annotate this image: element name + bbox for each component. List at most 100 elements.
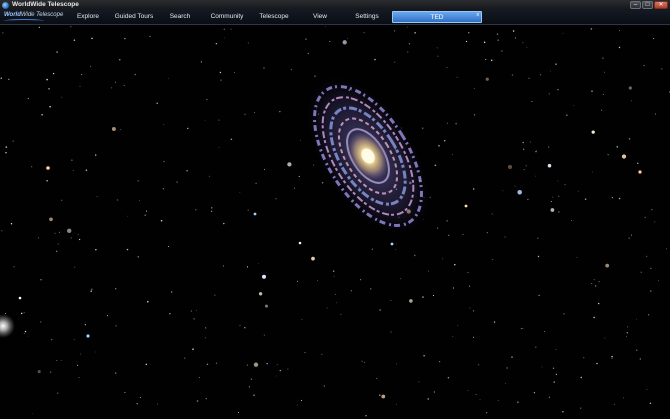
star	[478, 364, 480, 366]
star	[406, 26, 408, 28]
star	[550, 208, 555, 212]
star	[644, 216, 646, 218]
star	[558, 211, 560, 213]
star	[616, 146, 619, 148]
star	[206, 363, 209, 366]
star	[176, 181, 178, 183]
star	[611, 197, 614, 199]
star	[507, 164, 513, 170]
star	[20, 312, 23, 315]
star	[473, 114, 476, 116]
star	[517, 190, 522, 195]
star	[253, 362, 259, 367]
star	[204, 337, 206, 339]
star	[340, 313, 342, 315]
star	[550, 201, 552, 203]
close-icon[interactable]: x	[477, 12, 480, 19]
star	[522, 42, 524, 44]
star	[504, 236, 506, 238]
menu-search[interactable]: Search	[160, 10, 200, 25]
star	[211, 210, 213, 212]
star	[437, 55, 439, 57]
menu-community[interactable]: Community	[203, 10, 251, 25]
star	[446, 122, 448, 124]
star	[211, 207, 213, 209]
star	[602, 94, 604, 95]
star	[248, 386, 251, 388]
star	[120, 128, 122, 131]
close-button[interactable]: ✕	[654, 1, 668, 9]
star	[279, 111, 281, 113]
tab-ted[interactable]: TED x	[392, 11, 482, 23]
star	[547, 146, 550, 148]
star	[395, 249, 397, 250]
menu-guided-tours[interactable]: Guided Tours	[108, 10, 160, 25]
star	[206, 98, 208, 101]
star	[370, 288, 372, 290]
star	[265, 304, 268, 308]
star	[204, 327, 207, 329]
star	[276, 375, 278, 377]
star	[621, 154, 627, 159]
star	[528, 77, 530, 79]
menu-explore[interactable]: Explore	[68, 10, 108, 25]
star	[224, 37, 225, 39]
star	[429, 196, 431, 198]
star	[596, 362, 598, 365]
menu-telescope[interactable]: Telescope	[252, 10, 296, 25]
star	[409, 299, 413, 303]
star	[522, 141, 524, 144]
title-bar[interactable]: WorldWide Telescope – □ ✕	[0, 0, 670, 10]
star	[566, 114, 568, 116]
star	[66, 228, 72, 234]
star	[628, 237, 630, 239]
star	[360, 279, 362, 281]
sky-view[interactable]	[0, 26, 670, 419]
star	[501, 50, 503, 52]
star	[61, 96, 63, 98]
star	[56, 51, 58, 53]
star	[38, 26, 40, 28]
star	[414, 254, 416, 257]
star	[604, 337, 606, 339]
star	[333, 275, 335, 277]
star	[77, 364, 79, 366]
star	[163, 160, 165, 163]
tab-ted-label: TED	[430, 14, 444, 21]
star	[49, 217, 53, 222]
logo-word-rest: Wide Telescope	[20, 12, 64, 18]
star	[250, 378, 253, 380]
star	[287, 368, 289, 370]
star	[640, 271, 642, 274]
star	[552, 367, 555, 369]
star	[49, 105, 51, 108]
menu-view[interactable]: View	[300, 10, 340, 25]
star	[525, 165, 527, 167]
star	[218, 147, 220, 149]
star	[643, 64, 645, 67]
star	[37, 370, 41, 374]
star	[126, 215, 128, 217]
star	[115, 288, 117, 290]
star	[287, 162, 292, 167]
star	[555, 63, 557, 65]
star	[468, 32, 470, 34]
star	[95, 351, 96, 353]
star	[497, 399, 499, 402]
star	[326, 307, 328, 309]
star	[90, 65, 92, 67]
star	[564, 184, 566, 186]
maximize-button[interactable]: □	[642, 1, 653, 9]
star	[78, 377, 80, 378]
star	[115, 81, 117, 83]
star	[126, 248, 129, 251]
minimize-button[interactable]: –	[630, 1, 641, 9]
star	[263, 67, 265, 69]
star	[296, 280, 299, 283]
star	[316, 279, 318, 281]
star	[79, 353, 81, 355]
star	[512, 30, 515, 32]
menu-settings[interactable]: Settings	[346, 10, 388, 25]
star	[529, 141, 531, 143]
star	[218, 119, 220, 121]
